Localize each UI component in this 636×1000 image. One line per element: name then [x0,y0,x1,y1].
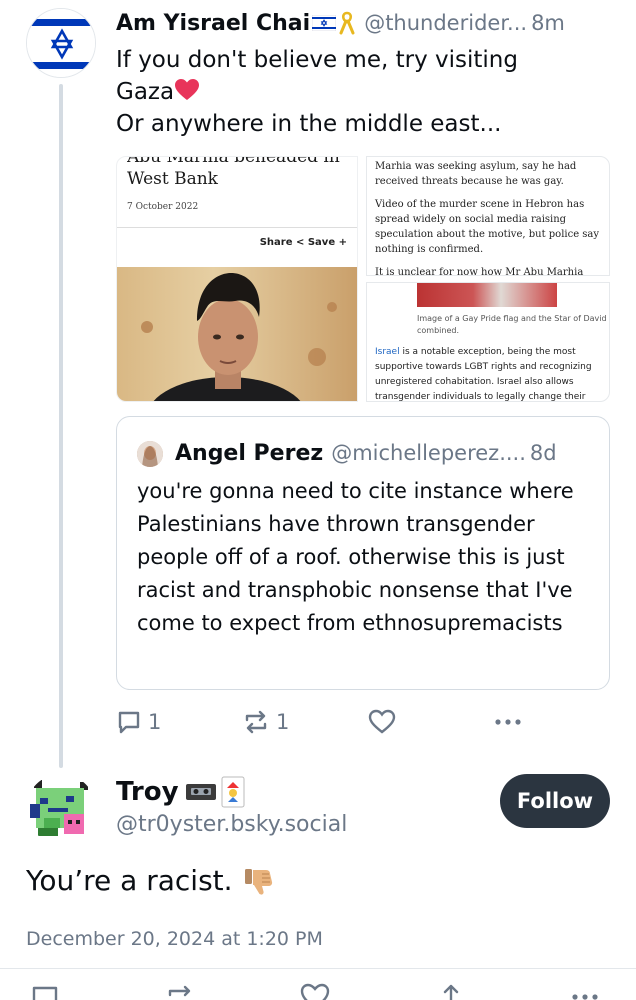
quote-avatar [137,441,163,467]
news-headline-main: West Bank [127,169,218,189]
parent-avatar[interactable] [26,8,96,78]
reply-count: 1 [148,710,162,734]
parent-text-line-2-wrap: Gaza [116,76,616,108]
videocassette-emoji-icon [185,784,216,800]
quote-text: you're gonna need to cite instance where… [137,479,574,635]
joker-card-emoji-icon [221,776,245,808]
news-date: 7 October 2022 [127,202,199,212]
follow-button[interactable]: Follow [500,774,610,828]
repost-icon[interactable] [165,982,195,1000]
news-screenshot-left[interactable]: Abu Marhia beheaded in West Bank 7 Octob… [116,156,358,402]
news-save-label: Save [307,237,336,248]
news-screenshot-right[interactable]: Marhia was seeking asylum, say he had re… [366,156,610,402]
reply-display-name[interactable]: Troy [116,777,179,807]
share-icon: < [295,237,305,248]
parent-text-line-3: Or anywhere in the middle east... [116,111,502,137]
reply-action-bar [0,978,636,1000]
plus-icon: + [338,237,347,248]
parent-text-line-2: Gaza [116,79,175,105]
news-share-row: Share < Save + [260,237,347,248]
news-card-bottom: Image of a Gay Pride flag and the Star o… [366,282,610,402]
repost-count: 1 [276,710,290,734]
repost-icon [245,710,267,734]
more-dots-icon [495,719,521,725]
thread-line [59,84,63,768]
israel-flag-emoji-icon [312,15,337,31]
parent-handle[interactable]: @thunderider... [364,11,527,35]
quote-display-name[interactable]: Angel Perez [175,441,323,466]
news-body: Israel is a notable exception, being the… [375,345,607,402]
parent-post-text: If you don't believe me, try visiting Ga… [116,44,616,140]
news-para-3: It is unclear for now how Mr Abu Marhia [375,267,584,276]
quote-header: Angel Perez @michelleperez.... 8d [175,437,605,469]
reply-timestamp: December 20, 2024 at 1:20 PM [26,928,323,950]
yellow-ribbon-icon [339,11,355,35]
reply-display-name-row: Troy [116,774,245,810]
thumbs-down-emoji-icon [244,868,272,895]
news-body-link: Israel [375,347,400,357]
parent-image-grid[interactable]: Abu Marhia beheaded in West Bank 7 Octob… [116,156,610,402]
share-icon[interactable] [436,982,466,1000]
repost-button[interactable]: 1 [242,706,289,738]
parent-action-bar: 1 1 [116,706,610,738]
news-photo [117,267,357,401]
news-para-1: Marhia was seeking asylum, say he had re… [375,161,577,187]
news-headline: Abu Marhia beheaded in West Bank [127,157,357,190]
heart-outline-icon [368,709,396,734]
reply-handle[interactable]: @tr0yster.bsky.social [116,812,347,837]
quoted-post[interactable]: Angel Perez @michelleperez.... 8d you're… [116,416,610,690]
parent-time[interactable]: 8m [531,11,565,35]
news-caption: Image of a Gay Pride flag and the Star o… [417,314,607,335]
israel-flag-icon [27,9,95,77]
news-card-top: Marhia was seeking asylum, say he had re… [366,156,610,276]
parent-display-name[interactable]: Am Yisrael Chai [116,11,310,36]
news-divider [117,227,357,228]
news-headline-cut: Abu Marhia beheaded in [127,157,340,167]
reply-icon[interactable] [30,982,60,1000]
reply-text-row: You’re a racist. [26,864,275,897]
bottom-divider [0,968,636,969]
parent-text-line-1: If you don't believe me, try visiting [116,47,518,73]
reply-text: You’re a racist. [26,864,233,897]
reply-button[interactable]: 1 [116,706,161,738]
more-dots-icon[interactable] [570,982,600,1000]
news-share-label: Share [259,237,293,248]
parent-post-header: Am Yisrael Chai @thunderider... 8m [116,6,626,40]
quote-handle[interactable]: @michelleperez.... [331,441,526,465]
heart-emoji-icon [175,79,200,100]
quote-time[interactable]: 8d [530,441,557,465]
pride-flag-image [417,283,557,307]
heart-outline-icon[interactable] [300,982,330,1000]
news-para-2: Video of the murder scene in Hebron has … [375,199,600,255]
news-body-text: is a notable exception, being the most s… [375,347,592,402]
reply-avatar[interactable] [26,774,96,844]
reply-icon [118,711,140,734]
like-button[interactable] [368,706,396,738]
more-button[interactable] [494,706,522,738]
